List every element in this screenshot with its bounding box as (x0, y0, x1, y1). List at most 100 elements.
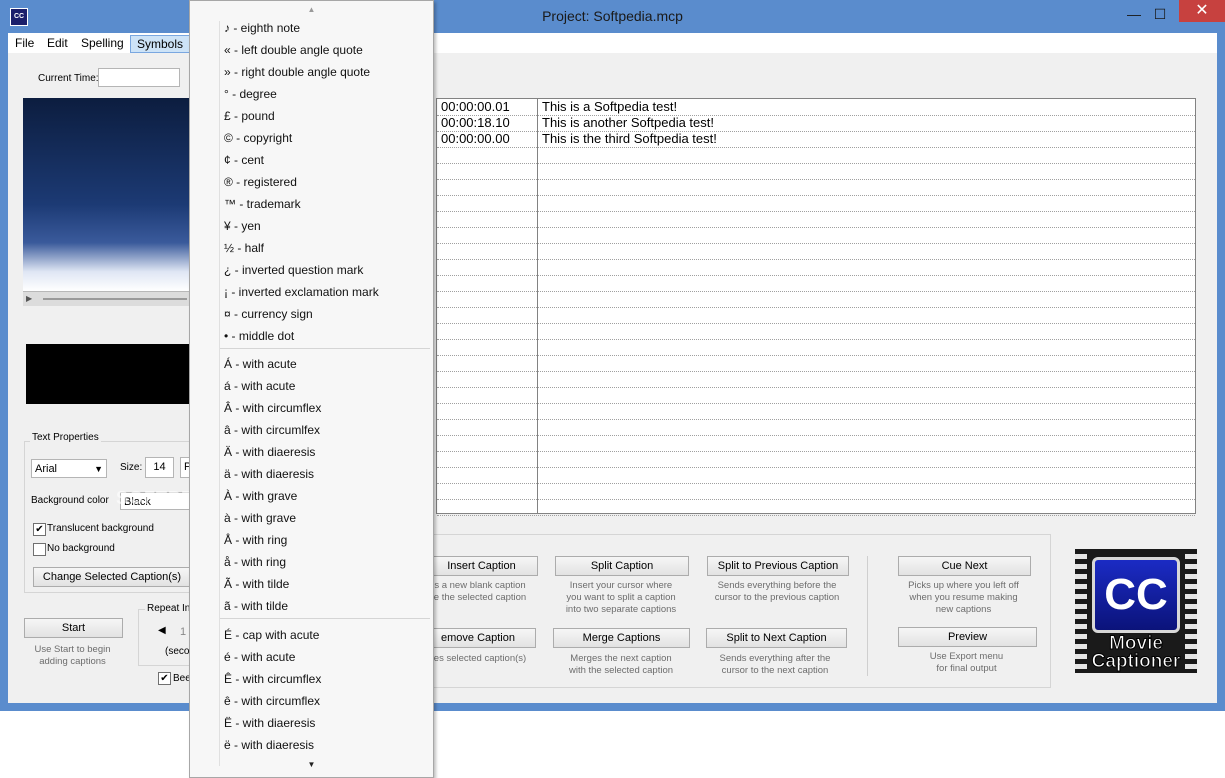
caption-row[interactable] (437, 387, 1195, 404)
symbol-menu-item[interactable]: Å - with ring (224, 533, 287, 547)
symbol-menu-item[interactable]: ° - degree (224, 87, 277, 101)
maximize-button[interactable]: ☐ (1146, 4, 1174, 24)
caption-row[interactable] (437, 499, 1195, 516)
caption-row[interactable] (437, 355, 1195, 372)
symbol-menu-item[interactable]: À - with grave (224, 489, 297, 503)
symbol-menu-item[interactable]: å - with ring (224, 555, 286, 569)
menu-spelling[interactable]: Spelling (75, 35, 130, 51)
title-bar[interactable]: CC Project: Softpedia.mcp — ☐ ✕ (0, 0, 1225, 33)
symbol-menu-item[interactable]: ê - with circumflex (224, 694, 320, 708)
caption-row[interactable]: 00:00:00.01 This is a Softpedia test! (437, 99, 1195, 116)
scroll-up-icon[interactable]: ▲ (190, 5, 433, 14)
seek-track[interactable] (43, 298, 187, 300)
caption-row[interactable] (437, 371, 1195, 388)
caption-row[interactable] (437, 227, 1195, 244)
symbol-menu-item[interactable]: ½ - half (224, 241, 264, 255)
change-caption-button[interactable]: Change Selected Caption(s) (33, 567, 190, 587)
symbol-menu-item[interactable]: ¢ - cent (224, 153, 264, 167)
symbol-menu-item[interactable]: Ä - with diaeresis (224, 445, 315, 459)
symbol-menu-item[interactable]: « - left double angle quote (224, 43, 363, 57)
menu-file[interactable]: File (9, 35, 40, 51)
caption-row[interactable] (437, 211, 1195, 228)
menu-edit[interactable]: Edit (41, 35, 74, 51)
symbol-menu-item[interactable]: Á - with acute (224, 357, 297, 371)
minimize-button[interactable]: — (1120, 4, 1148, 24)
menu-symbols[interactable]: Symbols (130, 35, 191, 53)
caption-row[interactable] (437, 467, 1195, 484)
caption-text-cell[interactable]: This is a Softpedia test! (542, 99, 677, 115)
symbol-menu-item[interactable]: ¤ - currency sign (224, 307, 313, 321)
font-select[interactable]: Arial ▼ (31, 459, 107, 478)
preview-button[interactable]: Preview (898, 627, 1037, 647)
caption-row[interactable] (437, 163, 1195, 180)
remove-caption-button[interactable]: emove Caption (420, 628, 536, 648)
start-button[interactable]: Start (24, 618, 123, 638)
symbol-menu-item[interactable]: ¿ - inverted question mark (224, 263, 363, 277)
caption-grid[interactable]: 00:00:00.01 This is a Softpedia test! 00:0… (436, 98, 1196, 516)
translucent-checkbox[interactable]: ✔ (33, 523, 46, 536)
caption-row[interactable] (437, 323, 1195, 340)
symbol-menu-item[interactable]: ¡ - inverted exclamation mark (224, 285, 379, 299)
merge-captions-button[interactable]: Merge Captions (553, 628, 690, 648)
caption-row[interactable] (437, 339, 1195, 356)
caption-row[interactable]: 00:00:00.00 This is the third Softpedia t… (437, 131, 1195, 148)
translucent-label: Translucent background (47, 523, 154, 534)
cue-next-button[interactable]: Cue Next (898, 556, 1031, 576)
caption-row[interactable]: 00:00:18.10 This is another Softpedia tes… (437, 115, 1195, 132)
caption-row[interactable] (437, 179, 1195, 196)
caption-row[interactable] (437, 195, 1195, 212)
symbol-menu-item[interactable]: Ã - with tilde (224, 577, 289, 591)
caption-row[interactable] (437, 307, 1195, 324)
caption-row[interactable] (437, 291, 1195, 308)
symbol-menu-item[interactable]: é - with acute (224, 650, 295, 664)
symbol-menu-item[interactable]: Ê - with circumflex (224, 672, 321, 686)
decrease-interval-icon[interactable]: ◀ (158, 625, 166, 636)
caption-time-cell[interactable]: 00:00:18.10 (441, 115, 510, 131)
caption-row[interactable] (437, 243, 1195, 260)
symbol-menu-item[interactable]: â - with circumlfex (224, 423, 320, 437)
caption-row[interactable] (437, 451, 1195, 468)
repeat-value[interactable]: 1 (180, 626, 186, 638)
caption-text-cell[interactable]: This is another Softpedia test! (542, 115, 714, 131)
symbol-menu-item[interactable]: © - copyright (224, 131, 292, 145)
split-caption-button[interactable]: Split Caption (555, 556, 689, 576)
caption-time-cell[interactable]: 00:00:00.01 (441, 99, 510, 115)
symbol-menu-item[interactable]: ® - registered (224, 175, 297, 189)
split-previous-button[interactable]: Split to Previous Caption (707, 556, 849, 576)
caption-row[interactable] (437, 483, 1195, 500)
scroll-down-icon[interactable]: ▼ (190, 760, 433, 769)
symbol-menu-item[interactable]: ♪ - eighth note (224, 21, 300, 35)
play-icon[interactable]: ▶ (26, 294, 32, 303)
symbol-menu-item[interactable]: ¥ - yen (224, 219, 261, 233)
video-seekbar[interactable]: ▶ (23, 291, 189, 306)
symbol-menu-item[interactable]: à - with grave (224, 511, 296, 525)
symbol-menu-item[interactable]: É - cap with acute (224, 628, 319, 642)
caption-row[interactable] (437, 403, 1195, 420)
menu-separator (220, 618, 430, 619)
no-background-checkbox[interactable] (33, 543, 46, 556)
symbol-menu-item[interactable]: ä - with diaeresis (224, 467, 314, 481)
symbol-menu-item[interactable]: Â - with circumflex (224, 401, 321, 415)
close-button[interactable]: ✕ (1179, 0, 1225, 22)
symbol-menu-item[interactable]: £ - pound (224, 109, 275, 123)
caption-row[interactable] (437, 147, 1195, 164)
symbol-menu-item[interactable]: » - right double angle quote (224, 65, 370, 79)
caption-row[interactable] (437, 435, 1195, 452)
symbol-menu-item[interactable]: Ë - with diaeresis (224, 716, 315, 730)
symbol-menu-item[interactable]: á - with acute (224, 379, 295, 393)
caption-row[interactable] (437, 275, 1195, 292)
caption-row[interactable] (437, 419, 1195, 436)
symbol-menu-item[interactable]: ã - with tilde (224, 599, 288, 613)
symbol-menu-item[interactable]: ë - with diaeresis (224, 738, 314, 752)
insert-caption-button[interactable]: Insert Caption (425, 556, 538, 576)
beep-checkbox[interactable]: ✔ (158, 672, 171, 685)
symbol-menu-item[interactable]: ™ - trademark (224, 197, 301, 211)
caption-time-cell[interactable]: 00:00:00.00 (441, 131, 510, 147)
symbol-menu-item[interactable]: • - middle dot (224, 329, 294, 343)
current-time-field[interactable] (98, 68, 180, 87)
size-field[interactable]: 14 (145, 457, 174, 478)
split-next-button[interactable]: Split to Next Caption (706, 628, 847, 648)
cue-next-hint: Picks up where you left off when you res… (888, 580, 1039, 616)
caption-text-cell[interactable]: This is the third Softpedia test! (542, 131, 717, 147)
caption-row[interactable] (437, 259, 1195, 276)
